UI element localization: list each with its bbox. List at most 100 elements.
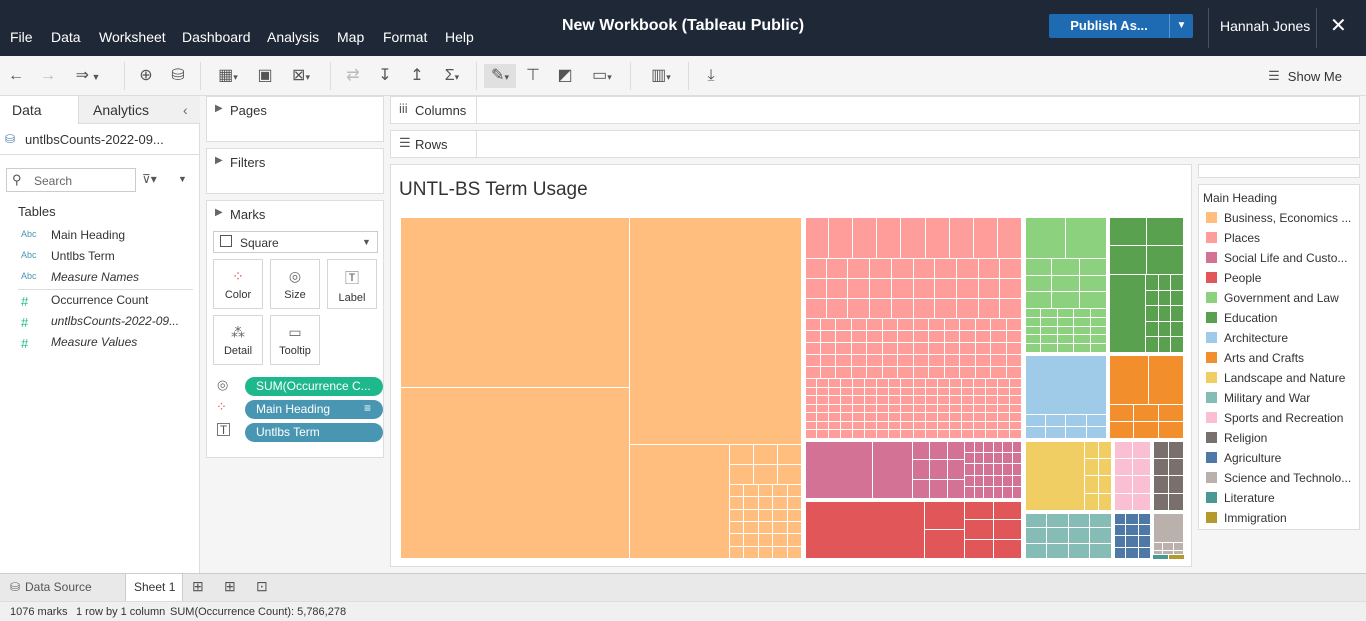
treemap-mark[interactable]: [1084, 440, 1099, 459]
treemap-mark[interactable]: [1125, 535, 1140, 548]
legend-item[interactable]: Landscape and Nature: [1206, 371, 1345, 387]
new-sheet-icon[interactable]: ▦▾: [214, 64, 242, 88]
treemap-mark[interactable]: [804, 387, 818, 397]
treemap-mark[interactable]: [937, 387, 951, 397]
treemap-mark[interactable]: [1002, 486, 1013, 500]
treemap-mark[interactable]: [985, 412, 999, 423]
treemap-mark[interactable]: [1006, 318, 1023, 332]
treemap-mark[interactable]: [787, 533, 803, 548]
treemap-mark[interactable]: [753, 444, 779, 466]
treemap-mark[interactable]: [1145, 274, 1160, 292]
treemap-mark[interactable]: [1009, 387, 1023, 397]
treemap-mark[interactable]: [820, 318, 837, 332]
treemap-mark[interactable]: [1146, 245, 1184, 276]
treemap-mark[interactable]: [1145, 336, 1160, 354]
treemap-mark[interactable]: [1065, 426, 1087, 440]
treemap-mark[interactable]: [993, 486, 1004, 500]
legend-item[interactable]: Places: [1206, 231, 1260, 247]
treemap-mark[interactable]: [1009, 412, 1023, 423]
treemap-mark[interactable]: [772, 509, 789, 523]
treemap-mark[interactable]: [866, 330, 883, 344]
mark-type-select[interactable]: Square ▼: [213, 231, 378, 253]
treemap-mark[interactable]: [826, 298, 849, 320]
treemap-mark[interactable]: [852, 387, 866, 397]
treemap-mark[interactable]: [913, 298, 936, 320]
treemap-mark[interactable]: [913, 258, 936, 280]
treemap-mark[interactable]: [961, 395, 975, 406]
legend-item[interactable]: Religion: [1206, 431, 1267, 447]
treemap-mark[interactable]: [1113, 440, 1133, 459]
treemap-mark[interactable]: [1057, 334, 1075, 345]
treemap-mark[interactable]: [804, 404, 818, 414]
treemap-mark[interactable]: [787, 509, 803, 523]
treemap-mark[interactable]: [937, 429, 951, 440]
treemap-mark[interactable]: [974, 486, 985, 500]
treemap-mark[interactable]: [1162, 542, 1175, 552]
treemap-mark[interactable]: [990, 354, 1007, 368]
treemap-mark[interactable]: [851, 354, 868, 368]
treemap-mark[interactable]: [1113, 535, 1127, 548]
treemap-mark[interactable]: [1152, 440, 1169, 459]
treemap-mark[interactable]: [1098, 493, 1113, 512]
treemap-mark[interactable]: [876, 395, 890, 406]
treemap-mark[interactable]: [1051, 275, 1081, 293]
totals-icon[interactable]: Σ▾: [438, 64, 466, 88]
treemap-mark[interactable]: [1086, 414, 1108, 428]
treemap-mark[interactable]: [804, 378, 818, 389]
treemap-mark[interactable]: [1168, 493, 1184, 512]
treemap-mark[interactable]: [1024, 317, 1042, 328]
treemap-mark[interactable]: [1002, 475, 1013, 488]
color-button[interactable]: ⁘ Color: [213, 259, 263, 309]
treemap-mark[interactable]: [804, 217, 830, 260]
treemap-mark[interactable]: [777, 464, 803, 486]
treemap-mark[interactable]: [949, 421, 963, 431]
treemap-mark[interactable]: [1012, 486, 1023, 500]
treemap-mark[interactable]: [964, 452, 975, 465]
treemap-mark[interactable]: [1009, 378, 1023, 389]
treemap-mark[interactable]: [1138, 524, 1152, 537]
legend-item[interactable]: Science and Technolo...: [1206, 471, 1351, 487]
new-dashboard-icon[interactable]: ⊞: [224, 578, 236, 595]
treemap-mark[interactable]: [997, 395, 1011, 406]
treemap-mark[interactable]: [1152, 475, 1169, 494]
treemap-mark[interactable]: [864, 395, 878, 406]
legend-item[interactable]: Business, Economics ...: [1206, 211, 1351, 227]
treemap-mark[interactable]: [1040, 308, 1059, 319]
treemap-mark[interactable]: [869, 298, 893, 320]
treemap-mark[interactable]: [983, 440, 994, 454]
tab-data[interactable]: Data: [0, 96, 78, 124]
treemap-mark[interactable]: [866, 342, 883, 356]
field-item[interactable]: Measure Values: [51, 335, 137, 349]
treemap-mark[interactable]: [882, 342, 899, 356]
treemap-mark[interactable]: [891, 278, 914, 300]
treemap-mark[interactable]: [872, 440, 914, 500]
treemap-mark[interactable]: [866, 366, 883, 380]
treemap-mark[interactable]: [974, 475, 985, 488]
treemap-mark[interactable]: [1024, 414, 1046, 428]
treemap-mark[interactable]: [993, 440, 1004, 454]
treemap-mark[interactable]: [997, 217, 1023, 260]
treemap-mark[interactable]: [1108, 245, 1147, 276]
treemap-mark[interactable]: [876, 387, 890, 397]
treemap-mark[interactable]: [840, 412, 854, 423]
treemap-mark[interactable]: [900, 412, 914, 423]
treemap-mark[interactable]: [990, 342, 1007, 356]
treemap-mark[interactable]: [864, 429, 878, 440]
treemap-mark[interactable]: [804, 395, 818, 406]
treemap-mark[interactable]: [1152, 493, 1169, 512]
treemap-mark[interactable]: [1168, 475, 1184, 494]
treemap-mark[interactable]: [851, 366, 868, 380]
tooltip-button[interactable]: ▭ Tooltip: [270, 315, 320, 365]
swap-icon[interactable]: ⇄: [342, 64, 364, 88]
treemap-mark[interactable]: [973, 404, 987, 414]
treemap-mark[interactable]: [835, 366, 852, 380]
treemap-mark[interactable]: [983, 486, 994, 500]
treemap-mark[interactable]: [964, 486, 975, 500]
treemap-mark[interactable]: [961, 412, 975, 423]
treemap-mark[interactable]: [928, 354, 945, 368]
treemap-mark[interactable]: [949, 378, 963, 389]
treemap-mark[interactable]: [1046, 512, 1069, 529]
treemap-mark[interactable]: [900, 404, 914, 414]
treemap-mark[interactable]: [804, 500, 926, 559]
treemap-mark[interactable]: [1098, 475, 1113, 494]
